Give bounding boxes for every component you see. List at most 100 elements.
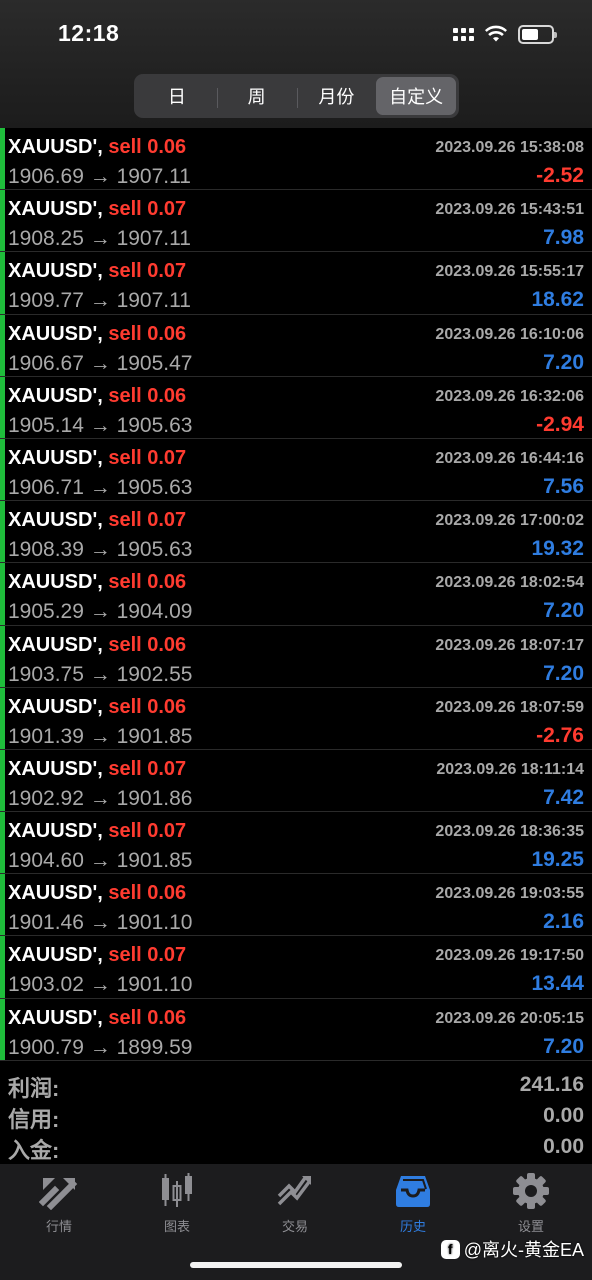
trade-symbol: XAUUSD', sell 0.06	[8, 571, 186, 594]
trade-profit: 7.42	[543, 785, 584, 809]
trade-datetime: 2023.09.26 17:00:02	[435, 512, 584, 530]
trade-symbol-text: XAUUSD',	[8, 198, 103, 221]
trade-symbol: XAUUSD', sell 0.06	[8, 385, 186, 408]
summary-credit-label: 信用:	[8, 1107, 60, 1132]
trade-indicator-bar	[0, 687, 5, 749]
trade-datetime: 2023.09.26 15:38:08	[435, 139, 584, 156]
home-indicator	[190, 1262, 402, 1268]
trade-prices: 1906.67 → 1905.47	[8, 351, 193, 375]
trade-row[interactable]: XAUUSD', sell 0.07 2023.09.26 16:44:16 190…	[0, 438, 592, 502]
trade-prices: 1906.69 → 1907.11	[8, 165, 191, 188]
trade-prices: 1903.02 → 1901.10	[8, 973, 193, 997]
trade-prices: 1901.39 → 1901.85	[8, 724, 193, 748]
trade-profit: 7.56	[543, 474, 584, 498]
trade-symbol-text: XAUUSD',	[8, 757, 103, 780]
trade-profit: 7.20	[543, 350, 584, 374]
trade-side: sell 0.07	[108, 944, 187, 967]
trade-profit: 19.32	[531, 537, 584, 561]
trade-datetime: 2023.09.26 19:03:55	[435, 885, 584, 903]
trade-row[interactable]: XAUUSD', sell 0.06 2023.09.26 18:02:54 190…	[0, 563, 592, 626]
trade-prices: 1905.14 → 1905.63	[8, 413, 193, 437]
trade-indicator-bar	[0, 625, 5, 687]
trade-side: sell 0.06	[108, 882, 187, 905]
trade-profit: 18.62	[531, 288, 584, 312]
trade-row[interactable]: XAUUSD', sell 0.07 2023.09.26 19:17:50 190…	[0, 936, 592, 999]
tab-month[interactable]: 月份	[296, 77, 377, 115]
trade-row[interactable]: XAUUSD', sell 0.06 2023.09.26 19:03:55 190…	[0, 874, 592, 937]
trade-row[interactable]: XAUUSD', sell 0.06 2023.09.26 20:05:15 190…	[0, 998, 592, 1061]
trade-side: sell 0.07	[108, 820, 187, 843]
tab-chart[interactable]: 图表	[118, 1172, 236, 1235]
trade-indicator-bar	[0, 563, 5, 625]
tab-trade[interactable]: 交易	[236, 1172, 354, 1235]
trade-side: sell 0.06	[108, 322, 187, 345]
trade-symbol-text: XAUUSD',	[8, 820, 103, 843]
trade-row[interactable]: XAUUSD', sell 0.07 2023.09.26 15:43:51 190…	[0, 190, 592, 253]
trade-datetime: 2023.09.26 16:10:06	[435, 325, 584, 343]
summary-credit-value: 0.00	[543, 1104, 584, 1127]
trade-row[interactable]: XAUUSD', sell 0.06 2023.09.26 16:10:06 190…	[0, 314, 592, 377]
trade-side: sell 0.07	[108, 198, 187, 221]
trade-side: sell 0.07	[108, 260, 187, 283]
summary: 利润: 241.16 信用: 0.00 入金: 0.00	[0, 1069, 592, 1163]
trade-indicator-bar	[0, 314, 5, 376]
trade-row[interactable]: XAUUSD', sell 0.07 2023.09.26 18:11:14 190…	[0, 749, 592, 813]
trade-symbol: XAUUSD', sell 0.06	[8, 136, 186, 159]
trade-datetime: 2023.09.26 16:32:06	[435, 387, 584, 405]
trade-symbol: XAUUSD', sell 0.06	[8, 696, 186, 719]
trade-side: sell 0.06	[108, 384, 187, 407]
summary-profit-value: 241.16	[519, 1073, 584, 1096]
trade-profit: 7.20	[543, 1034, 584, 1058]
tab-chart-label: 图表	[163, 1219, 190, 1234]
trade-prices: 1908.39 → 1905.63	[8, 538, 193, 562]
trade-row[interactable]: XAUUSD', sell 0.06 2023.09.26 18:07:59 190…	[0, 687, 592, 750]
trade-symbol: XAUUSD', sell 0.07	[8, 260, 186, 283]
trade-symbol: XAUUSD', sell 0.06	[8, 634, 186, 657]
trade-side: sell 0.06	[108, 136, 187, 158]
trade-side: sell 0.07	[108, 757, 187, 780]
trade-symbol-text: XAUUSD',	[8, 882, 103, 905]
trade-symbol: XAUUSD', sell 0.07	[8, 198, 186, 221]
tab-custom[interactable]: 自定义	[376, 77, 456, 115]
summary-profit-label: 利润:	[8, 1076, 60, 1101]
tab-quotes-label: 行情	[45, 1219, 72, 1234]
trade-indicator-bar	[0, 812, 5, 874]
trade-symbol-text: XAUUSD',	[8, 384, 103, 407]
trade-prices: 1902.92 → 1901.86	[8, 786, 193, 810]
tab-week[interactable]: 周	[216, 77, 297, 115]
trade-symbol-text: XAUUSD',	[8, 260, 103, 283]
trade-profit: 13.44	[531, 972, 584, 996]
tab-day[interactable]: 日	[137, 77, 217, 115]
trade-datetime: 2023.09.26 18:36:35	[435, 823, 584, 841]
trade-row[interactable]: XAUUSD', sell 0.07 2023.09.26 17:00:02 190…	[0, 501, 592, 564]
trade-symbol: XAUUSD', sell 0.07	[8, 944, 186, 967]
summary-profit-row: 利润: 241.16	[0, 1069, 592, 1101]
tab-settings-label: 设置	[517, 1219, 544, 1234]
trade-symbol: XAUUSD', sell 0.06	[8, 323, 186, 346]
tab-quotes[interactable]: 行情	[0, 1172, 118, 1235]
watermark-logo-icon: f	[440, 1239, 460, 1259]
trade-indicator-bar	[0, 936, 5, 998]
trade-symbol-text: XAUUSD',	[8, 633, 103, 656]
cellular-signal-icon	[453, 27, 474, 41]
trade-row[interactable]: XAUUSD', sell 0.06 2023.09.26 16:32:06 190…	[0, 376, 592, 439]
history-icon	[396, 1176, 430, 1207]
trade-symbol-text: XAUUSD',	[8, 322, 103, 345]
tab-history[interactable]: 历史	[354, 1172, 472, 1235]
trade-indicator-bar	[0, 438, 5, 501]
tab-settings[interactable]: 设置	[472, 1172, 590, 1235]
trade-prices: 1901.46 → 1901.10	[8, 911, 193, 935]
trade-datetime: 2023.09.26 16:44:16	[435, 449, 584, 467]
trade-side: sell 0.06	[108, 571, 187, 594]
trade-row[interactable]: XAUUSD', sell 0.07 2023.09.26 15:55:17 190…	[0, 252, 592, 315]
trade-symbol-text: XAUUSD',	[8, 136, 103, 158]
settings-icon	[513, 1173, 549, 1209]
trade-symbol: XAUUSD', sell 0.07	[8, 447, 186, 470]
trade-row[interactable]: XAUUSD', sell 0.06 2023.09.26 18:07:17 190…	[0, 625, 592, 688]
trade-row[interactable]: XAUUSD', sell 0.07 2023.09.26 18:36:35 190…	[0, 812, 592, 875]
trade-symbol-text: XAUUSD',	[8, 571, 103, 594]
trade-profit: 2.16	[543, 910, 584, 934]
summary-deposit-label: 入金:	[8, 1138, 60, 1163]
trade-prices: 1900.79 → 1899.59	[8, 1035, 193, 1059]
trade-row[interactable]: XAUUSD', sell 0.06 2023.09.26 15:38:08 190…	[0, 128, 592, 191]
